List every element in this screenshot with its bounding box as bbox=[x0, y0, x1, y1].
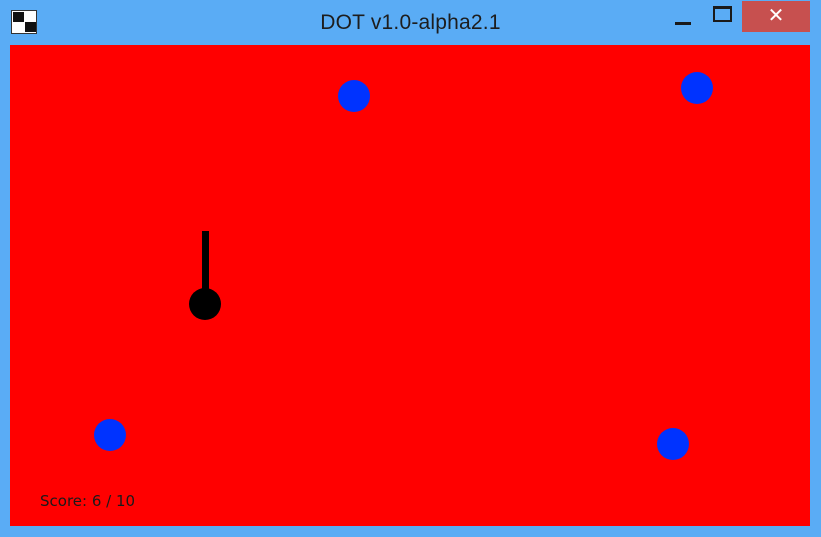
game-window: DOT v1.0-alpha2.1 ✕ Score: 6 / 10 bbox=[0, 0, 821, 537]
target-dot bbox=[657, 428, 689, 460]
target-dot bbox=[338, 80, 370, 112]
close-button[interactable]: ✕ bbox=[742, 1, 810, 32]
target-dot bbox=[681, 72, 713, 104]
target-dot bbox=[94, 419, 126, 451]
minimize-icon bbox=[675, 21, 691, 25]
player-dot[interactable] bbox=[189, 288, 221, 320]
title-bar[interactable]: DOT v1.0-alpha2.1 ✕ bbox=[0, 0, 821, 45]
close-icon: ✕ bbox=[767, 3, 785, 27]
maximize-icon bbox=[712, 6, 732, 22]
score-label: Score: 6 / 10 bbox=[40, 492, 136, 510]
game-canvas[interactable]: Score: 6 / 10 bbox=[10, 45, 810, 526]
aim-pointer bbox=[202, 231, 209, 291]
minimize-button[interactable] bbox=[666, 2, 700, 32]
maximize-button[interactable] bbox=[705, 2, 739, 32]
